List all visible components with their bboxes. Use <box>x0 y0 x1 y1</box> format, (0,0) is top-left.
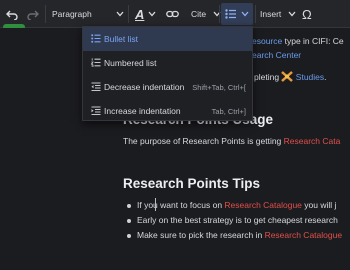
menu-item-bullet-list[interactable]: Bullet list <box>83 27 252 51</box>
chevron-down-icon <box>116 11 124 17</box>
bullet-list-icon <box>91 34 101 43</box>
text-line-1: esource type in CIFI: Ce <box>252 36 344 46</box>
chevron-down-icon <box>241 11 249 17</box>
menu-item-decrease-indentation[interactable]: Decrease indentation Shift+Tab, Ctrl+[ <box>83 75 252 99</box>
bullet-marker <box>127 204 131 208</box>
editor-toolbar: Paragraph A Cite Insert Ω <box>0 0 350 28</box>
special-character-button[interactable]: Ω <box>302 0 312 28</box>
list-item: Make sure to pick the research in Resear… <box>137 230 343 240</box>
undo-icon <box>6 10 18 20</box>
decrease-indent-icon <box>91 82 101 91</box>
paragraph-usage: The purpose of Research Points is gettin… <box>123 136 341 146</box>
format-dropdown[interactable]: Paragraph <box>52 0 124 28</box>
menu-item-increase-indentation[interactable]: Increase indentation Tab, Ctrl+] <box>83 99 252 123</box>
omega-icon: Ω <box>302 6 312 22</box>
research-center-link[interactable]: earch Center <box>252 50 301 60</box>
menu-item-label: Increase indentation <box>104 106 181 116</box>
menu-item-label: Bullet list <box>104 34 139 44</box>
list-dropdown-menu: Bullet list Numbered list Decrease inden… <box>82 26 253 121</box>
redo-button[interactable] <box>27 0 39 28</box>
shortcut-hint: Shift+Tab, Ctrl+[ <box>192 83 246 92</box>
text-line-3: pleting Studies. <box>254 71 327 82</box>
resource-link[interactable]: esource <box>252 36 282 46</box>
insert-dropdown[interactable]: Insert <box>260 0 296 28</box>
redo-icon <box>27 10 39 20</box>
insert-label: Insert <box>260 9 282 19</box>
list-item: If you want to focus on Research Catalog… <box>137 200 337 210</box>
shortcut-hint: Tab, Ctrl+] <box>211 107 246 116</box>
numbered-list-icon <box>91 58 101 67</box>
menu-item-numbered-list[interactable]: Numbered list <box>83 51 252 75</box>
text-style-label: A <box>135 6 145 22</box>
cite-dropdown[interactable]: Cite <box>191 0 221 28</box>
research-catalogue-link[interactable]: Research Catalogue <box>224 200 302 210</box>
text-style-dropdown[interactable]: A <box>135 0 156 28</box>
link-button[interactable] <box>166 0 179 28</box>
toolbar-separator <box>255 5 256 23</box>
research-catalogue-link[interactable]: Research Cata <box>284 136 341 146</box>
toolbar-separator <box>128 5 129 23</box>
cite-label: Cite <box>191 9 207 19</box>
heading-research-points-tips: Research Points Tips <box>123 176 261 191</box>
bullet-marker <box>127 219 131 223</box>
chevron-down-icon <box>148 11 156 17</box>
list-dropdown[interactable] <box>225 0 249 28</box>
chevron-down-icon <box>288 11 296 17</box>
increase-indent-icon <box>91 106 101 115</box>
toolbar-separator <box>219 5 220 23</box>
menu-item-label: Numbered list <box>104 58 157 68</box>
link-icon <box>166 10 179 18</box>
text-cursor <box>155 198 156 211</box>
studies-link[interactable]: Studies <box>296 72 324 82</box>
research-catalogue-link[interactable]: Research Catalogue <box>265 230 343 240</box>
studies-icon <box>281 71 294 82</box>
bullet-marker <box>127 234 131 238</box>
toolbar-separator <box>45 5 46 23</box>
format-label: Paragraph <box>52 9 92 19</box>
menu-item-label: Decrease indentation <box>104 82 185 92</box>
bulleted-list-icon <box>225 9 236 19</box>
list-item: Early on the best strategy is to get che… <box>137 215 338 225</box>
text-line-2: earch Center <box>252 50 301 60</box>
